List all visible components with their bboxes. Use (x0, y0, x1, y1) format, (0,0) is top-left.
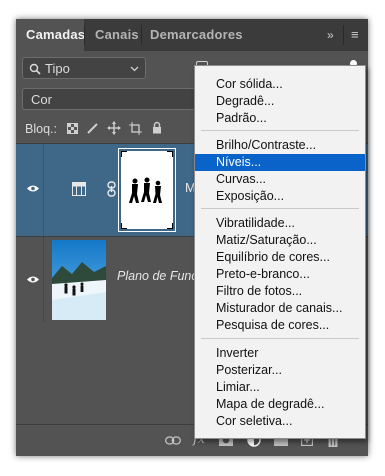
mask-link-icon[interactable] (107, 181, 116, 197)
separator (43, 144, 44, 236)
mask-corner (121, 151, 127, 157)
layer-name[interactable]: Plano de Fundo (117, 269, 205, 283)
menu-item-gradient-map[interactable]: Mapa de degradê... (195, 396, 365, 413)
visibility-eye-icon[interactable] (26, 275, 40, 284)
visibility-eye-icon[interactable] (26, 184, 40, 193)
panel-tab-bar: Camadas Canais Demarcadores » ≡ (16, 19, 368, 51)
tab-camadas[interactable]: Camadas (16, 19, 85, 51)
separator (43, 237, 44, 322)
mask-corner (167, 151, 173, 157)
menu-item-hue-saturation[interactable]: Matiz/Saturação... (195, 232, 365, 249)
filter-kind-value: Tipo (45, 61, 70, 76)
menu-item-invert[interactable]: Inverter (195, 345, 365, 362)
menu-separator (201, 208, 359, 209)
menu-separator (201, 338, 359, 339)
lock-transparent-pixels-icon[interactable] (67, 123, 78, 134)
lock-position-icon[interactable] (107, 121, 121, 135)
blend-mode-select[interactable]: Cor (22, 88, 206, 110)
chevron-down-icon (130, 66, 139, 72)
skier-silhouettes (129, 177, 162, 203)
menu-item-levels[interactable]: Níveis... (195, 154, 365, 171)
adjustment-layer-menu: Cor sólida... Degradê... Padrão... Brilh… (194, 65, 366, 439)
menu-item-vibrance[interactable]: Vibratilidade... (195, 215, 365, 232)
lock-image-pixels-icon[interactable] (86, 122, 99, 135)
menu-item-selective-color[interactable]: Cor seletiva... (195, 413, 365, 430)
menu-item-channel-mixer[interactable]: Misturador de canais... (195, 300, 365, 317)
menu-item-pattern[interactable]: Padrão... (195, 110, 365, 127)
tab-divider (343, 25, 344, 45)
menu-item-curves[interactable]: Curvas... (195, 171, 365, 188)
menu-item-black-white[interactable]: Preto-e-branco... (195, 266, 365, 283)
layer-image-thumbnail[interactable] (52, 240, 106, 320)
mask-corner (121, 223, 127, 229)
menu-item-posterize[interactable]: Posterizar... (195, 362, 365, 379)
menu-separator (201, 130, 359, 131)
collapse-panels-icon[interactable]: » (327, 19, 334, 51)
mask-corner (167, 223, 173, 229)
menu-item-color-lookup[interactable]: Pesquisa de cores... (195, 317, 365, 334)
link-layers-icon[interactable] (165, 436, 181, 445)
menu-item-threshold[interactable]: Limiar... (195, 379, 365, 396)
mask-preview (121, 151, 173, 229)
tab-demarcadores[interactable]: Demarcadores (142, 19, 252, 51)
menu-item-brightness-contrast[interactable]: Brilho/Contraste... (195, 137, 365, 154)
menu-item-gradient[interactable]: Degradê... (195, 93, 365, 110)
lock-label: Bloq.: (25, 122, 57, 136)
lock-artboard-icon[interactable] (129, 122, 142, 135)
layer-mask-thumbnail[interactable] (118, 148, 176, 232)
levels-adjustment-icon (72, 182, 86, 196)
search-icon (29, 63, 41, 75)
menu-item-exposure[interactable]: Exposição... (195, 188, 365, 205)
tab-canais[interactable]: Canais (85, 19, 141, 51)
menu-item-photo-filter[interactable]: Filtro de fotos... (195, 283, 365, 300)
filter-kind-select[interactable]: Tipo (22, 57, 146, 79)
menu-item-color-balance[interactable]: Equilíbrio de cores... (195, 249, 365, 266)
menu-item-solid-color[interactable]: Cor sólida... (195, 76, 365, 93)
panel-menu-icon[interactable]: ≡ (351, 19, 359, 51)
lock-all-icon[interactable] (152, 121, 162, 134)
blend-mode-value: Cor (31, 92, 52, 107)
